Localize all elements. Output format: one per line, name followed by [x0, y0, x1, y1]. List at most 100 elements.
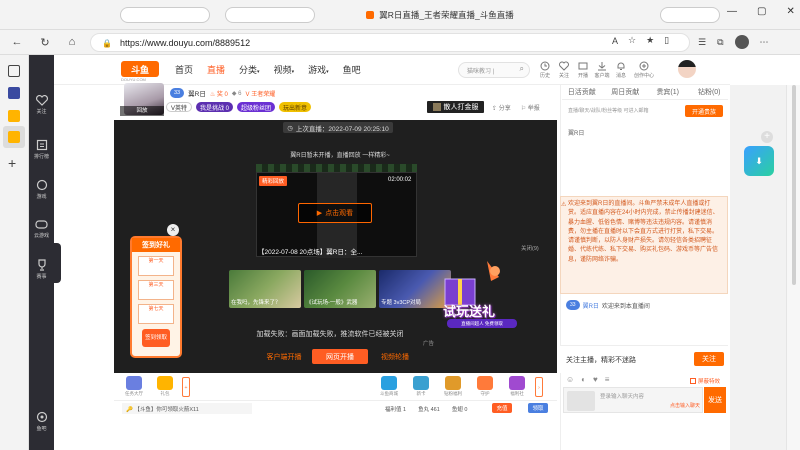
add-icon[interactable]: + [8, 155, 16, 171]
douyu-tab-icon[interactable] [8, 110, 20, 122]
nav-live[interactable]: 直播 [207, 63, 225, 76]
collections-icon[interactable]: ★ [646, 35, 654, 46]
header-history[interactable]: 历史 [536, 61, 554, 79]
mall-button[interactable]: 斗鱼商城 [375, 376, 403, 397]
user-avatar[interactable] [678, 60, 696, 78]
extensions-icon[interactable] [8, 87, 20, 99]
ad-game-button[interactable]: 散人打金服 [427, 101, 484, 113]
get-button[interactable]: 领取 [528, 403, 548, 413]
header-broadcast[interactable]: 开播 [574, 61, 592, 79]
header-messages[interactable]: 消息 [612, 61, 630, 79]
sign-in-reward-card[interactable]: 签到好礼 第一天 第三天 第七天 签到领取 [130, 236, 182, 358]
profile-avatar-icon[interactable] [734, 35, 749, 49]
video-thumbnail[interactable]: 《试玩场-一般》武器 [304, 270, 376, 308]
logo-mark: 斗鱼 [121, 61, 159, 77]
sidebar-item-game[interactable]: 游戏 [29, 175, 54, 205]
card-button[interactable]: 新卡 [407, 376, 435, 397]
tabs-icon[interactable]: ⧉ [717, 37, 723, 48]
fan-welfare-button[interactable]: 钻粉福利 [439, 376, 467, 397]
guard-button[interactable]: 守护 [471, 376, 499, 397]
favorites-icon[interactable]: ☰ [698, 37, 706, 48]
color-icon[interactable]: ◐ [581, 375, 586, 384]
sidebar-item-cloud-game[interactable]: 云游戏 [29, 215, 54, 245]
site-left-nav: 关注 排行榜 游戏 云游戏 赛事 鱼吧 [29, 55, 54, 450]
tab-vip[interactable]: 贵宾(1) [649, 85, 687, 99]
header-follow[interactable]: 关注 [555, 61, 573, 79]
tabs-icon[interactable] [8, 65, 20, 77]
fan-badge-icon[interactable]: ♥ [593, 375, 598, 384]
nav-category[interactable]: 分类▾ [239, 63, 260, 76]
emoji-icon[interactable]: ☺ [566, 375, 574, 384]
browser-tab-pill[interactable] [120, 7, 210, 23]
nav-fishbar[interactable]: 鱼吧 [343, 63, 361, 76]
chat-input[interactable]: 登录输入聊天内容 点击输入聊天 [563, 387, 703, 413]
gift-pack-button[interactable]: 礼包 [151, 376, 179, 397]
add-icon[interactable]: + [761, 131, 773, 143]
close-icon[interactable]: × [167, 224, 179, 236]
read-aloud-icon[interactable]: A [612, 36, 618, 46]
scrollbar[interactable] [786, 85, 800, 450]
recharge-button[interactable]: 充值 [492, 403, 512, 413]
video-thumbnail[interactable]: 在我吗，先锋来了？ [229, 270, 301, 308]
app-promo-icon[interactable]: ⬇ [744, 146, 774, 176]
nav-home[interactable]: 首页 [175, 63, 193, 76]
douyu-active-tab-icon[interactable] [3, 126, 25, 148]
streamer-name[interactable]: 翼R日 [188, 88, 206, 98]
top-contributor: 翼R日 [568, 131, 585, 137]
watch-replay-button[interactable]: ▶ 点击观看 [298, 203, 372, 223]
more-menu-icon[interactable]: ⋯ [760, 37, 769, 48]
split-screen-icon[interactable]: ▯ [664, 35, 669, 46]
more-gifts-icon[interactable]: › [535, 376, 543, 397]
sidebar-item-events[interactable]: 赛事 [29, 255, 54, 285]
minimize-icon[interactable]: — [727, 6, 737, 17]
creative-tag[interactable]: 玩出新意 [279, 102, 312, 112]
back-icon[interactable]: ← [9, 34, 25, 50]
sidebar-item-fishbar[interactable]: 鱼吧 [29, 407, 54, 437]
expand-icon[interactable]: + [182, 376, 190, 397]
barrage-icon[interactable]: ≡ [605, 375, 610, 384]
maximize-icon[interactable]: ▢ [757, 6, 766, 17]
browser-tab-pill[interactable] [660, 7, 720, 23]
send-button[interactable]: 发送 [704, 387, 726, 413]
sign-in-button[interactable]: 签到领取 [142, 329, 170, 347]
challenge-tag[interactable]: 我是挑战 0 [196, 102, 234, 112]
trial-gift-banner[interactable]: 试玩送礼 直播间超人 免费领取 [437, 257, 527, 333]
tab-daily-contribution[interactable]: 日活贡献 [562, 85, 601, 99]
close-countdown[interactable]: 关闭(9) [521, 244, 539, 252]
task-hall-button[interactable]: 任务大厅 [120, 376, 148, 397]
collapse-nav-handle[interactable] [54, 243, 61, 283]
web-broadcast-button[interactable]: 网页开播 [312, 349, 368, 364]
block-effects-toggle[interactable]: 屏蔽特效 [690, 377, 720, 385]
system-message-user[interactable]: 翼R日 [583, 301, 599, 310]
video-carousel-button[interactable]: 视频轮播 [375, 349, 415, 364]
open-noble-button[interactable]: 开通贵族 [685, 105, 723, 117]
douyu-logo[interactable]: 斗鱼 [121, 61, 159, 77]
anchor-tag[interactable]: V英特 [166, 102, 193, 112]
sidebar-item-rank[interactable]: 排行榜 [29, 135, 54, 165]
home-icon[interactable]: ⌂ [64, 34, 80, 50]
favorite-add-icon[interactable]: ☆ [628, 35, 636, 46]
lock-icon[interactable]: 🔒 [99, 35, 115, 51]
refresh-icon[interactable]: ↻ [37, 34, 53, 50]
game-tag[interactable]: V 王者荣耀 [246, 89, 276, 98]
search-input[interactable]: 猫咪教习 | ⌕ [458, 62, 530, 78]
search-icon[interactable]: ⌕ [520, 64, 524, 74]
replay-card-header [256, 164, 417, 172]
window-title-text: 翼R日直播_王者荣耀直播_斗鱼直播 [379, 10, 514, 20]
close-icon[interactable]: ✕ [786, 6, 794, 17]
tab-weekly-contribution[interactable]: 周日贡献 [605, 85, 644, 99]
header-client[interactable]: 客户端 [593, 61, 611, 79]
header-creator[interactable]: 创作中心 [631, 61, 657, 79]
tab-diamond-fans[interactable]: 钻粉(0) [690, 85, 728, 99]
nav-game[interactable]: 游戏▾ [308, 63, 329, 76]
client-broadcast-button[interactable]: 客户端开播 [262, 349, 306, 364]
super-fans-tag[interactable]: 超级粉丝团 [237, 102, 276, 112]
sidebar-item-follow[interactable]: 关注 [29, 91, 54, 121]
follow-button[interactable]: 关注 [694, 352, 724, 366]
welfare-club-button[interactable]: 福利社 [503, 376, 531, 397]
browser-tab-pill[interactable] [225, 7, 315, 23]
report-button[interactable]: ⚐ 举报 [521, 103, 540, 112]
share-button[interactable]: ⇪ 分享 [492, 103, 511, 112]
url-text[interactable]: https://www.douyu.com/8889512 [120, 34, 250, 51]
nav-video[interactable]: 视频▾ [274, 63, 295, 76]
